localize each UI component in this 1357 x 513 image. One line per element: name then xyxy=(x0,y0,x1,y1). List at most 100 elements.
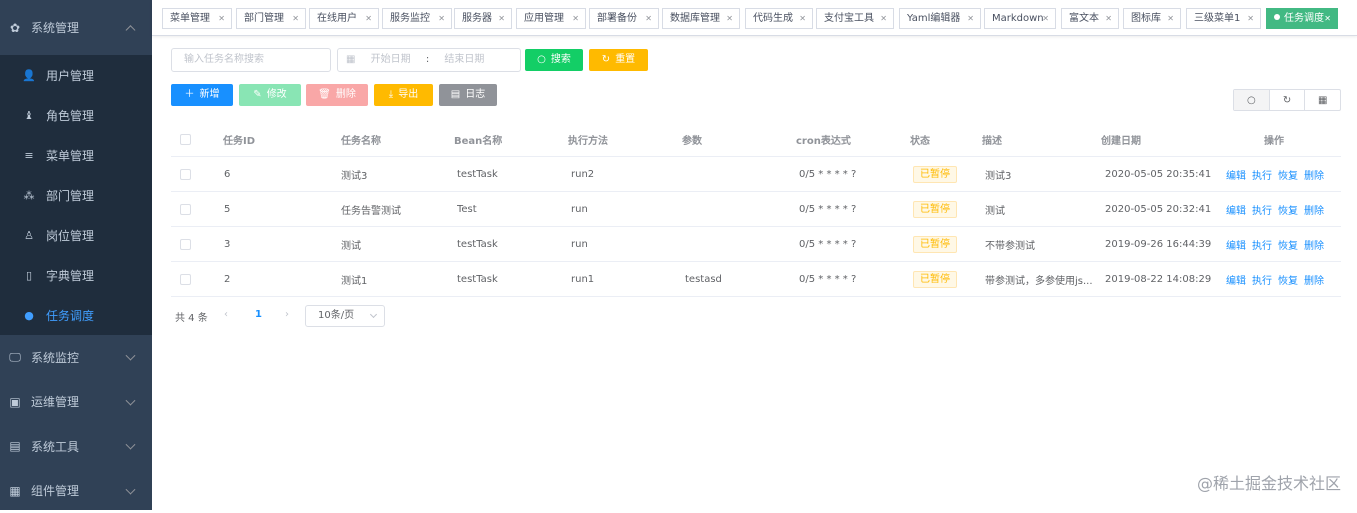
row-checkbox[interactable] xyxy=(180,192,191,226)
tag-server-monitor[interactable]: 服务监控✕ xyxy=(382,8,452,29)
close-icon[interactable]: ✕ xyxy=(1324,9,1331,28)
execute-link[interactable]: 执行 xyxy=(1252,272,1272,287)
job-icon: ♙ xyxy=(22,229,36,242)
sidebar-item-label: 菜单管理 xyxy=(46,147,94,164)
tag-menu3[interactable]: 三级菜单1✕ xyxy=(1186,8,1261,29)
close-icon[interactable]: ✕ xyxy=(365,9,372,28)
chevron-down-icon xyxy=(126,484,136,494)
search-button[interactable]: ○搜索 xyxy=(525,49,583,71)
tag-timing[interactable]: 任务调度✕ xyxy=(1266,8,1338,29)
page-size-select[interactable]: 10条/页 xyxy=(305,305,385,327)
row-checkbox[interactable] xyxy=(180,227,191,261)
cell-desc: 带参测试，多参使用js... xyxy=(985,262,1095,296)
cell-method: run1 xyxy=(571,262,594,296)
close-icon[interactable]: ✕ xyxy=(218,9,225,28)
sidebar-item-user[interactable]: 👤用户管理 xyxy=(0,55,152,95)
sidebar-item-label: 岗位管理 xyxy=(46,227,94,244)
row-checkbox[interactable] xyxy=(180,262,191,296)
sidebar-group-tools[interactable]: ▤ 系统工具 xyxy=(0,424,152,469)
tag-icons[interactable]: 图标库✕ xyxy=(1123,8,1181,29)
close-icon[interactable]: ✕ xyxy=(645,9,652,28)
close-icon[interactable]: ✕ xyxy=(438,9,445,28)
sidebar-item-timing[interactable]: ●任务调度 xyxy=(0,295,152,335)
date-separator: : xyxy=(426,54,429,65)
delete-link[interactable]: 删除 xyxy=(1304,202,1324,217)
close-icon[interactable]: ✕ xyxy=(1042,9,1049,28)
add-button[interactable]: ＋新增 xyxy=(171,84,233,106)
edit-link[interactable]: 编辑 xyxy=(1226,167,1246,182)
delete-button-label: 删除 xyxy=(336,89,356,100)
tag-menu[interactable]: 菜单管理✕ xyxy=(162,8,232,29)
tag-dept[interactable]: 部门管理✕ xyxy=(236,8,306,29)
tag-markdown[interactable]: Markdown✕ xyxy=(984,8,1056,29)
export-button[interactable]: ⤓导出 xyxy=(374,84,433,106)
tag-yaml[interactable]: Yaml编辑器✕ xyxy=(899,8,981,29)
delete-link[interactable]: 删除 xyxy=(1304,237,1324,252)
search-toggle-icon[interactable]: ○ xyxy=(1234,90,1270,110)
execute-link[interactable]: 执行 xyxy=(1252,167,1272,182)
tag-label: 数据库管理 xyxy=(670,13,720,24)
next-page-icon[interactable]: › xyxy=(285,309,289,320)
close-icon[interactable]: ✕ xyxy=(498,9,505,28)
chevron-down-icon xyxy=(126,395,136,405)
close-icon[interactable]: ✕ xyxy=(1105,9,1112,28)
cell-method: run xyxy=(571,192,588,226)
delete-link[interactable]: 删除 xyxy=(1304,272,1324,287)
sidebar-item-dept[interactable]: ⁂部门管理 xyxy=(0,175,152,215)
sidebar-group-system[interactable]: ✿ 系统管理 xyxy=(0,0,152,55)
execute-link[interactable]: 执行 xyxy=(1252,237,1272,252)
close-icon[interactable]: ✕ xyxy=(880,9,887,28)
close-icon[interactable]: ✕ xyxy=(967,9,974,28)
resume-link[interactable]: 恢复 xyxy=(1278,167,1298,182)
sidebar-item-menu[interactable]: ≡菜单管理 xyxy=(0,135,152,175)
resume-link[interactable]: 恢复 xyxy=(1278,202,1298,217)
col-header-status: 状态 xyxy=(910,122,930,156)
sidebar-item-job[interactable]: ♙ 岗位管理 xyxy=(0,215,152,255)
close-icon[interactable]: ✕ xyxy=(1247,9,1254,28)
select-all-checkbox[interactable] xyxy=(180,122,191,156)
tag-richtext[interactable]: 富文本✕ xyxy=(1061,8,1119,29)
edit-link[interactable]: 编辑 xyxy=(1226,272,1246,287)
close-icon[interactable]: ✕ xyxy=(572,9,579,28)
edit-button[interactable]: ✎修改 xyxy=(239,84,301,106)
log-button[interactable]: ▤日志 xyxy=(439,84,497,106)
close-icon[interactable]: ✕ xyxy=(1167,9,1174,28)
sidebar: ✿ 系统管理 👤用户管理 ♝角色管理 ≡菜单管理 ⁂部门管理 ♙ 岗位管理 ▯字典… xyxy=(0,0,152,510)
sidebar-group-monitor[interactable]: 🖵 系统监控 xyxy=(0,335,152,380)
start-date-placeholder: 开始日期 xyxy=(371,54,411,65)
row-checkbox[interactable] xyxy=(180,157,191,191)
edit-link[interactable]: 编辑 xyxy=(1226,237,1246,252)
tag-database[interactable]: 数据库管理 ✕ xyxy=(662,8,740,29)
tag-alipay[interactable]: 支付宝工具✕ xyxy=(816,8,894,29)
edit-link[interactable]: 编辑 xyxy=(1226,202,1246,217)
tag-deploy[interactable]: 部署备份✕ xyxy=(589,8,659,29)
resume-link[interactable]: 恢复 xyxy=(1278,237,1298,252)
document-icon: ▤ xyxy=(451,84,460,106)
columns-icon[interactable]: ▦ xyxy=(1305,90,1340,110)
reset-button[interactable]: ↻重置 xyxy=(589,49,648,71)
prev-page-icon[interactable]: ‹ xyxy=(224,309,228,320)
delete-link[interactable]: 删除 xyxy=(1304,167,1324,182)
pagination-current-page[interactable]: 1 xyxy=(255,309,262,320)
refresh-icon[interactable]: ↻ xyxy=(1270,90,1306,110)
close-icon[interactable]: ✕ xyxy=(292,9,299,28)
tag-online[interactable]: 在线用户✕ xyxy=(309,8,379,29)
delete-button[interactable]: 🗑删除 xyxy=(306,84,368,106)
col-header-id: 任务ID xyxy=(223,122,255,156)
cell-name: 测试1 xyxy=(341,262,367,296)
execute-link[interactable]: 执行 xyxy=(1252,202,1272,217)
sidebar-item-dict[interactable]: ▯字典管理 xyxy=(0,255,152,295)
cell-method: run2 xyxy=(571,157,594,191)
date-range-picker[interactable]: ▦ 开始日期 : 结束日期 xyxy=(337,48,521,72)
tag-app[interactable]: 应用管理✕ xyxy=(516,8,586,29)
sidebar-group-components[interactable]: ▦ 组件管理 xyxy=(0,469,152,513)
tag-codegen[interactable]: 代码生成✕ xyxy=(745,8,813,29)
close-icon[interactable]: ✕ xyxy=(799,9,806,28)
sidebar-item-role[interactable]: ♝角色管理 xyxy=(0,95,152,135)
sidebar-group-ops[interactable]: ▣ 运维管理 xyxy=(0,380,152,425)
resume-link[interactable]: 恢复 xyxy=(1278,272,1298,287)
task-name-search-input[interactable]: 输入任务名称搜索 xyxy=(171,48,331,72)
close-icon[interactable]: ✕ xyxy=(726,9,733,28)
role-icon: ♝ xyxy=(22,109,36,122)
tag-server[interactable]: 服务器✕ xyxy=(454,8,512,29)
